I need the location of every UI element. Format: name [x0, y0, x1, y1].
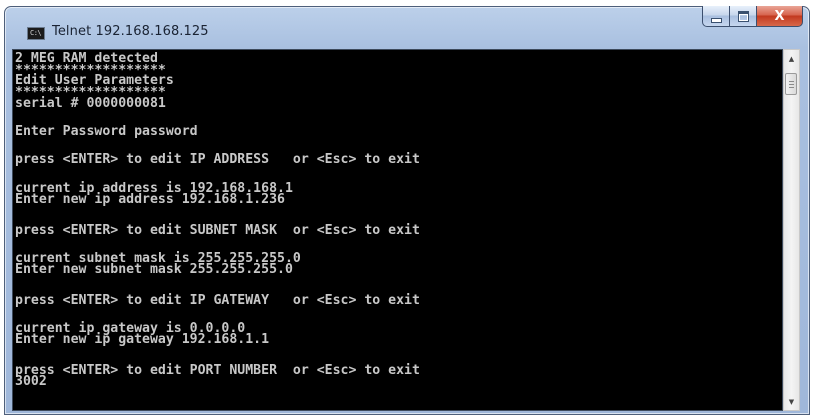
console-line: press <ENTER> to edit PORT NUMBER or <Es…: [15, 363, 420, 378]
scroll-down-arrow-icon[interactable]: ▼: [784, 393, 799, 410]
scroll-up-arrow-icon[interactable]: ▲: [784, 50, 799, 67]
title-bar[interactable]: C:\ Telnet 192.168.168.125 X: [5, 6, 809, 49]
console-line: press <ENTER> to edit IP ADDRESS or <Esc…: [15, 152, 420, 167]
console-line: press <ENTER> to edit IP GATEWAY or <Esc…: [15, 293, 420, 308]
thumb-grip-line: [789, 87, 794, 88]
minimize-button[interactable]: [702, 6, 729, 27]
minimize-icon: [710, 17, 722, 23]
maximize-button[interactable]: [729, 6, 756, 27]
vertical-scrollbar[interactable]: ▲ ▼: [783, 49, 800, 411]
console-line: Enter new subnet mask 255.255.255.0: [15, 262, 293, 277]
thumb-grip-line: [789, 84, 794, 85]
maximize-icon: [737, 10, 749, 22]
console-line: Enter new ip address 192.168.1.236: [15, 192, 285, 207]
thumb-grip-line: [789, 81, 794, 82]
close-button[interactable]: X: [756, 6, 803, 27]
telnet-window: C:\ Telnet 192.168.168.125 X 2 MEG RAM d…: [4, 6, 810, 415]
window-title: Telnet 192.168.168.125: [52, 24, 209, 39]
console-output[interactable]: 2 MEG RAM detected ******************* E…: [12, 49, 783, 411]
scroll-thumb[interactable]: [785, 73, 797, 95]
console-line: 3002: [15, 374, 47, 389]
console-line: press <ENTER> to edit SUBNET MASK or <Es…: [15, 223, 420, 238]
window-controls: X: [702, 6, 803, 28]
console-line: Enter Password password: [15, 124, 198, 139]
console-line: serial # 0000000081: [15, 96, 166, 111]
console-line: Enter new ip gateway 192.168.1.1: [15, 332, 270, 347]
close-icon: X: [774, 8, 785, 24]
console-app-icon-label: C:\: [30, 29, 42, 37]
console-app-icon[interactable]: C:\: [27, 27, 45, 40]
